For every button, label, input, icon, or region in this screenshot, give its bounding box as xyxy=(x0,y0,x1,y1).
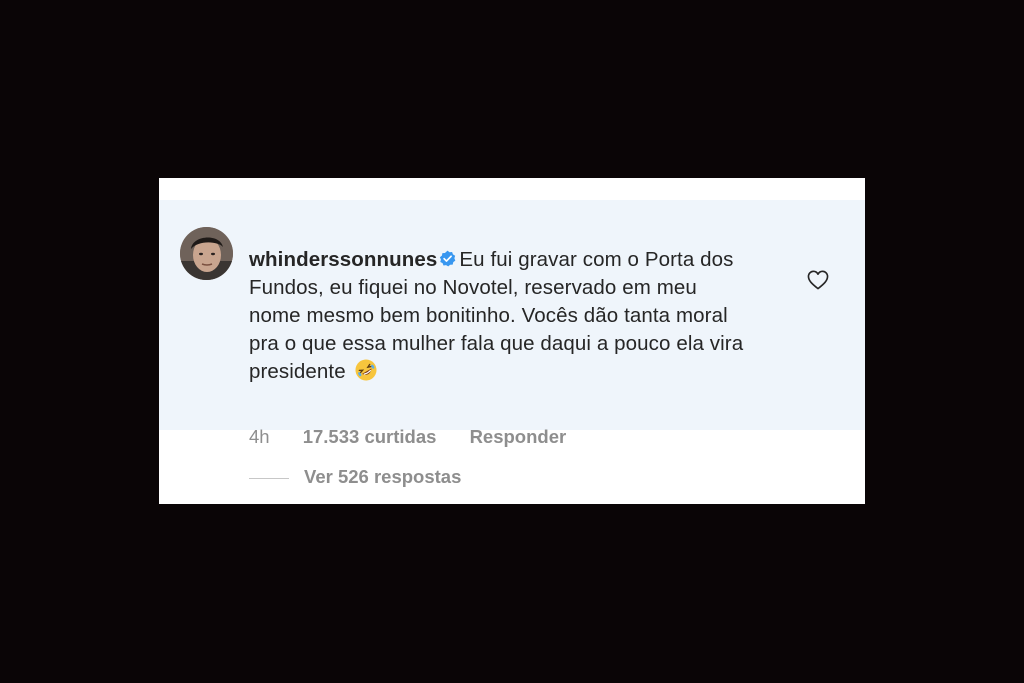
rolling-on-floor-laughing-emoji xyxy=(355,359,377,381)
comment-time: 4h xyxy=(249,426,270,447)
avatar[interactable] xyxy=(180,227,233,280)
view-replies-button[interactable]: Ver 526 respostas xyxy=(249,466,461,488)
heart-icon[interactable] xyxy=(807,270,829,290)
verified-badge-icon xyxy=(440,250,456,267)
comment-meta: 4h 17.533 curtidas Responder xyxy=(249,426,566,448)
avatar-image xyxy=(180,227,233,280)
screen: whinderssonnunes Eu fui gravar com o Por… xyxy=(0,0,1024,683)
replies-divider-line xyxy=(249,477,289,479)
comment-highlight: whinderssonnunes Eu fui gravar com o Por… xyxy=(159,200,865,447)
likes-count[interactable]: 17.533 curtidas xyxy=(303,426,437,448)
username[interactable]: whinderssonnunes xyxy=(249,248,437,271)
comment-card: whinderssonnunes Eu fui gravar com o Por… xyxy=(159,178,865,504)
comment-text-block: whinderssonnunes Eu fui gravar com o Por… xyxy=(249,246,749,386)
view-replies-label: Ver 526 respostas xyxy=(304,466,462,487)
reply-button[interactable]: Responder xyxy=(470,426,567,448)
